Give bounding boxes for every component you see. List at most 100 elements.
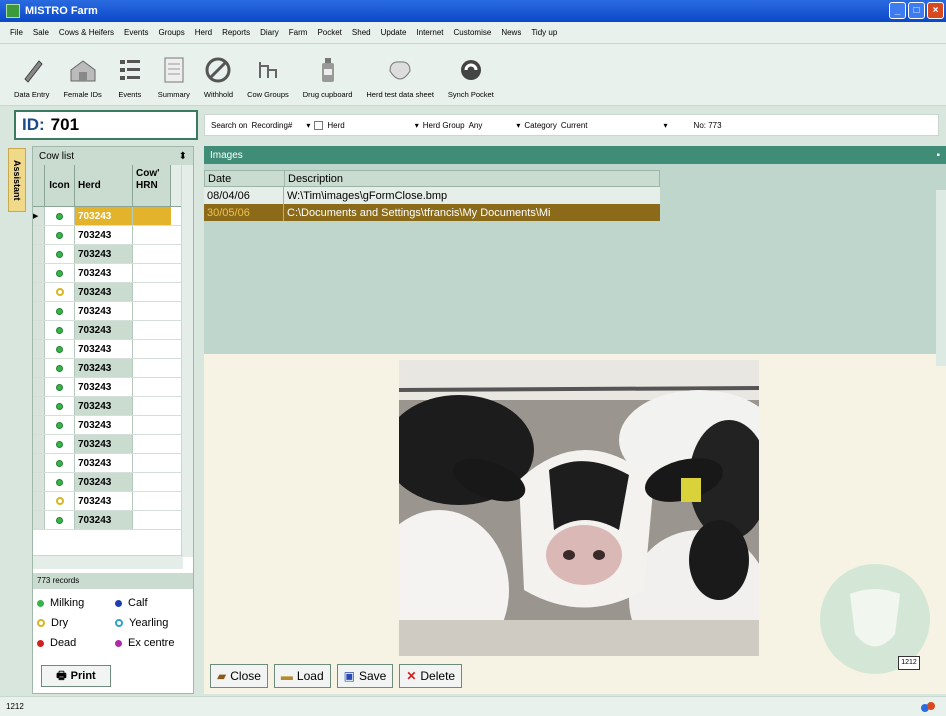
row-selector[interactable] [33,397,45,415]
dropdown-arrow-icon[interactable]: ▾ [306,121,310,130]
row-selector[interactable] [33,511,45,529]
menu-news[interactable]: News [501,28,521,37]
row-selector[interactable] [33,378,45,396]
menu-reports[interactable]: Reports [222,28,250,37]
table-row[interactable]: 703243 [33,397,193,416]
table-row[interactable]: 703243 [33,283,193,302]
menu-events[interactable]: Events [124,28,148,37]
status-dot-icon [45,340,75,358]
menu-farm[interactable]: Farm [289,28,308,37]
withhold-button[interactable]: Withhold [204,56,233,99]
table-row[interactable]: 703243 [33,378,193,397]
row-selector[interactable] [33,283,45,301]
close-button[interactable]: ▰ Close [210,664,268,688]
minimize-button[interactable]: _ [889,2,906,19]
status-dot-icon [45,264,75,282]
menu-tidy-up[interactable]: Tidy up [531,28,557,37]
hrn-cell [133,416,171,434]
cow-list-vertical-scrollbar[interactable] [181,165,193,557]
table-row-selected[interactable]: ▶ 703243 [33,207,193,226]
table-row[interactable]: 703243 [33,245,193,264]
close-window-button[interactable]: × [927,2,944,19]
herd-cell: 703243 [75,302,133,320]
pin-icon[interactable]: ▪ [936,150,940,161]
column-hrn[interactable]: Cow' HRN [133,165,171,206]
table-row[interactable]: 703243 [33,473,193,492]
row-selector[interactable] [33,245,45,263]
row-selector[interactable] [33,473,45,491]
status-dot-icon [45,283,75,301]
column-herd[interactable]: Herd [75,165,133,206]
menu-customise[interactable]: Customise [454,28,492,37]
pin-icon[interactable]: ⬍ [179,151,187,162]
row-selector[interactable] [33,302,45,320]
menu-diary[interactable]: Diary [260,28,279,37]
print-button[interactable]: 🖶 Print [41,665,111,687]
category-select[interactable]: Current [561,121,588,130]
cow-table-body: ▶ 703243 703243 703243 703243 703243 703243 703… [33,207,193,530]
dropdown-arrow-icon[interactable]: ▾ [516,121,520,130]
dropdown-arrow-icon[interactable]: ▾ [664,121,668,130]
column-date[interactable]: Date [205,171,285,186]
data-entry-button[interactable]: Data Entry [14,56,49,99]
herd-checkbox[interactable] [314,120,324,130]
row-selector[interactable] [33,416,45,434]
table-row[interactable]: 703243 [33,340,193,359]
row-selector[interactable] [33,454,45,472]
menu-cows-heifers[interactable]: Cows & Heifers [59,28,114,37]
row-selector[interactable] [33,435,45,453]
table-row[interactable]: 703243 [33,226,193,245]
cow-groups-button[interactable]: Cow Groups [247,56,289,99]
menu-shed[interactable]: Shed [352,28,371,37]
menu-groups[interactable]: Groups [159,28,185,37]
table-row[interactable]: 703243 [33,435,193,454]
dropdown-arrow-icon[interactable]: ▾ [415,121,419,130]
table-row[interactable]: 703243 [33,416,193,435]
row-selector[interactable] [33,340,45,358]
herd-group-select[interactable]: Any [469,121,483,130]
table-row[interactable]: 08/04/06 W:\Tim\images\gFormClose.bmp [204,187,660,204]
table-row[interactable]: 703243 [33,359,193,378]
cow-list-title: Cow list [39,150,75,162]
table-row[interactable]: 703243 [33,321,193,340]
column-icon[interactable]: Icon [45,165,75,206]
menu-update[interactable]: Update [381,28,407,37]
menu-internet[interactable]: Internet [416,28,443,37]
row-selector[interactable] [33,226,45,244]
assistant-tab[interactable]: Assistant [8,148,26,212]
herd-cell: 703243 [75,435,133,453]
row-selector[interactable]: ▶ [33,207,45,225]
menu-pocket[interactable]: Pocket [317,28,341,37]
search-on-select[interactable]: Recording# [251,121,292,130]
menu-file[interactable]: File [10,28,23,37]
table-row[interactable]: 703243 [33,511,193,530]
table-row[interactable]: 703243 [33,454,193,473]
table-row[interactable]: 703243 [33,492,193,511]
table-row-selected[interactable]: 30/05/06 C:\Documents and Settings\tfran… [204,204,660,221]
menu-sale[interactable]: Sale [33,28,49,37]
column-description[interactable]: Description [285,171,659,186]
images-header: Images ▪ [204,146,946,164]
herd-cell: 703243 [75,283,133,301]
load-button[interactable]: ▬ Load [273,664,331,688]
menu-herd[interactable]: Herd [195,28,212,37]
herd-test-data-sheet-button[interactable]: Herd test data sheet [366,56,434,99]
row-selector[interactable] [33,492,45,510]
images-button-bar: ▰ Close ▬ Load ▣ Save ✕ Delete [210,664,463,688]
table-row[interactable]: 703243 [33,264,193,283]
summary-button[interactable]: Summary [158,56,190,99]
table-row[interactable]: 703243 [33,302,193,321]
images-vertical-scrollbar[interactable] [936,190,946,366]
id-input[interactable]: ID: 701 [14,110,198,140]
cow-list-horizontal-scrollbar[interactable] [33,555,183,569]
delete-button[interactable]: ✕ Delete [399,664,463,688]
row-selector[interactable] [33,321,45,339]
drug-cupboard-button[interactable]: Drug cupboard [303,56,352,99]
female-ids-button[interactable]: Female IDs [63,56,102,99]
events-button[interactable]: Events [116,56,144,99]
synch-pocket-button[interactable]: Synch Pocket [448,56,494,99]
row-selector[interactable] [33,264,45,282]
row-selector[interactable] [33,359,45,377]
maximize-button[interactable]: □ [908,2,925,19]
save-button[interactable]: ▣ Save [336,664,394,688]
